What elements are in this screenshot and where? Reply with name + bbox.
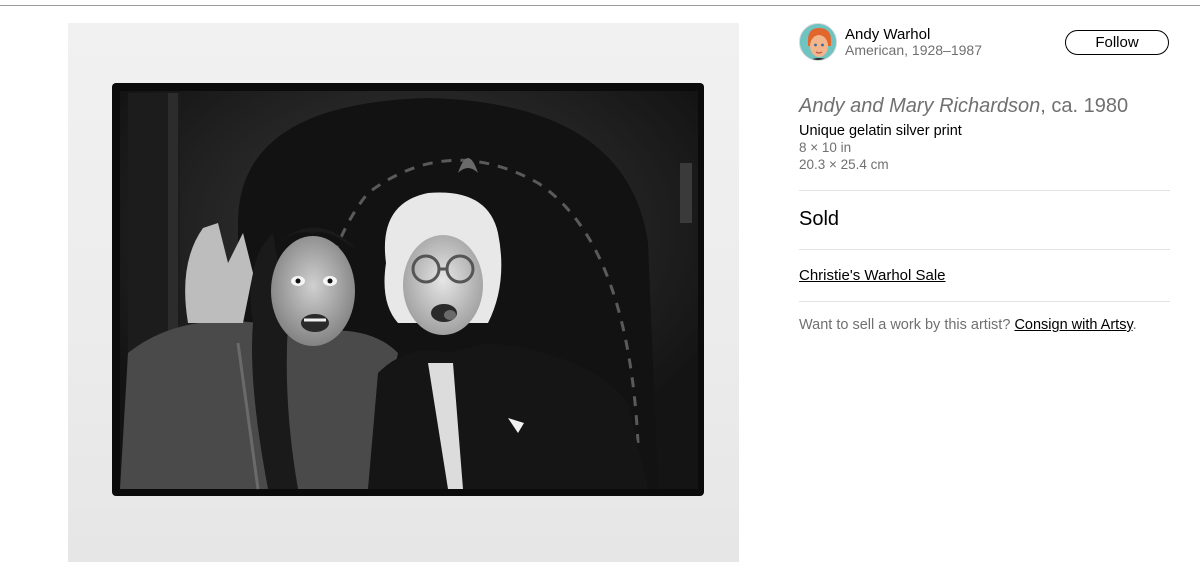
- divider: [799, 301, 1170, 302]
- artwork-dimensions-cm: 20.3 × 25.4 cm: [799, 157, 889, 172]
- artwork-dimensions-in: 8 × 10 in: [799, 140, 852, 155]
- divider: [799, 249, 1170, 250]
- consign-with-artsy-link[interactable]: Consign with Artsy: [1014, 317, 1132, 333]
- artist-nationality-dates: American, 1928–1987: [845, 42, 982, 58]
- artwork-image[interactable]: [68, 23, 739, 562]
- artwork-medium: Unique gelatin silver print: [799, 123, 962, 139]
- consign-prompt-text: Want to sell a work by this artist?: [799, 317, 1015, 333]
- artwork-title-line: Andy and Mary Richardson, ca. 1980: [799, 95, 1128, 118]
- sale-status: Sold: [799, 208, 840, 230]
- artwork-title: Andy and Mary Richardson: [799, 95, 1041, 117]
- consign-prompt: Want to sell a work by this artist? Cons…: [799, 317, 1137, 333]
- auction-sale-link[interactable]: Christie's Warhol Sale: [799, 267, 946, 284]
- follow-button[interactable]: Follow: [1065, 30, 1169, 55]
- consign-suffix: .: [1132, 317, 1137, 333]
- artwork-date: , ca. 1980: [1040, 95, 1129, 117]
- artist-avatar[interactable]: [799, 23, 837, 61]
- divider: [799, 190, 1170, 191]
- artist-name[interactable]: Andy Warhol: [845, 26, 930, 43]
- top-divider: [0, 5, 1200, 6]
- artist-header: Andy Warhol American, 1928–1987 Follow: [799, 23, 1170, 63]
